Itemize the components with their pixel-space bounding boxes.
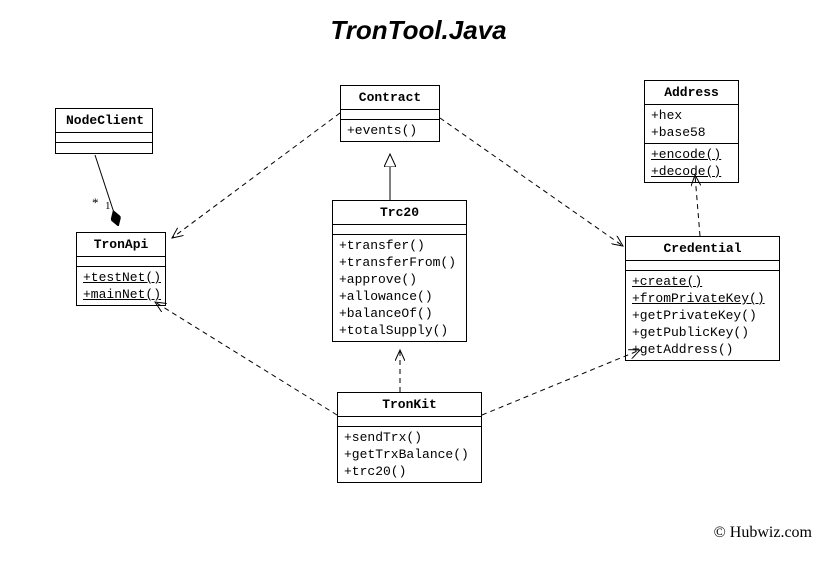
class-contract: Contract +events() [340, 85, 440, 142]
class-name: TronKit [338, 393, 481, 417]
op: +getPrivateKey() [632, 307, 773, 324]
class-ops [56, 143, 152, 153]
op: +allowance() [339, 288, 460, 305]
class-ops: +encode() +decode() [645, 144, 738, 182]
op: +transferFrom() [339, 254, 460, 271]
class-name: Address [645, 81, 738, 105]
op: +encode() [651, 146, 732, 163]
class-attrs [338, 417, 481, 427]
op: +mainNet() [83, 286, 159, 303]
copyright: © Hubwiz.com [714, 524, 812, 542]
class-attrs [56, 133, 152, 143]
class-name: NodeClient [56, 109, 152, 133]
class-name: Contract [341, 86, 439, 110]
class-credential: Credential +create() +fromPrivateKey() +… [625, 236, 780, 361]
attr: +base58 [651, 124, 732, 141]
multiplicity-star: * [92, 195, 99, 211]
class-attrs [626, 261, 779, 271]
diagram-title: TronTool.Java [0, 15, 837, 46]
class-ops: +sendTrx() +getTrxBalance() +trc20() [338, 427, 481, 482]
class-nodeclient: NodeClient [55, 108, 153, 154]
class-attrs [333, 225, 466, 235]
class-ops: +testNet() +mainNet() [77, 267, 165, 305]
op: +transfer() [339, 237, 460, 254]
class-tronapi: TronApi +testNet() +mainNet() [76, 232, 166, 306]
class-tronkit: TronKit +sendTrx() +getTrxBalance() +trc… [337, 392, 482, 483]
class-trc20: Trc20 +transfer() +transferFrom() +appro… [332, 200, 467, 342]
class-address: Address +hex +base58 +encode() +decode() [644, 80, 739, 183]
class-ops: +create() +fromPrivateKey() +getPrivateK… [626, 271, 779, 360]
op: +decode() [651, 163, 732, 180]
op: +totalSupply() [339, 322, 460, 339]
op: +getPublicKey() [632, 324, 773, 341]
op: +getTrxBalance() [344, 446, 475, 463]
op: +fromPrivateKey() [632, 290, 773, 307]
class-name: TronApi [77, 233, 165, 257]
op: +sendTrx() [344, 429, 475, 446]
multiplicity-one: 1 [105, 200, 111, 212]
op: +trc20() [344, 463, 475, 480]
op: +getAddress() [632, 341, 773, 358]
class-name: Trc20 [333, 201, 466, 225]
class-ops: +transfer() +transferFrom() +approve() +… [333, 235, 466, 341]
class-name: Credential [626, 237, 779, 261]
op: +create() [632, 273, 773, 290]
op: +approve() [339, 271, 460, 288]
class-attrs: +hex +base58 [645, 105, 738, 144]
class-attrs [341, 110, 439, 120]
class-ops: +events() [341, 120, 439, 141]
attr: +hex [651, 107, 732, 124]
class-attrs [77, 257, 165, 267]
op: +events() [347, 122, 433, 139]
op: +testNet() [83, 269, 159, 286]
op: +balanceOf() [339, 305, 460, 322]
